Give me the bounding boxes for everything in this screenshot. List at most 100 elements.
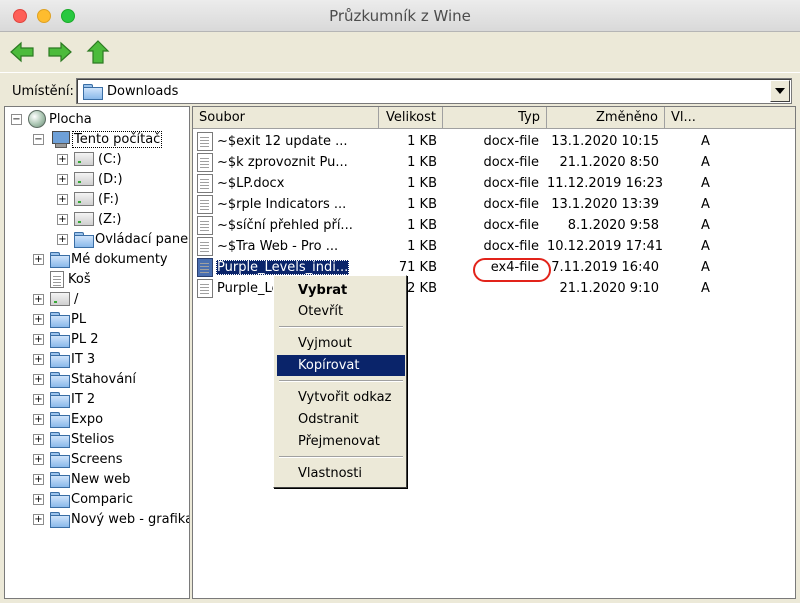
folder-icon [83,84,103,100]
expand-toggle[interactable]: + [33,253,44,265]
tree-item-drive-z[interactable]: + (Z:) [57,209,121,229]
folder-icon [50,492,70,508]
tree-item-this-computer[interactable]: − Tento počítač [33,129,163,149]
expand-toggle[interactable]: + [33,493,44,505]
tree-item-screens[interactable]: + Screens [33,449,122,469]
tree-item-it-2[interactable]: + IT 2 [33,389,95,409]
drive-icon [50,292,70,306]
chevron-down-icon [775,88,785,94]
document-icon [197,216,213,235]
expand-toggle[interactable]: + [33,333,44,345]
expand-toggle[interactable]: + [33,513,44,525]
tree-item-drive-c[interactable]: + (C:) [57,149,122,169]
title-bar: Průzkumník z Wine [0,0,800,32]
tree-item-new-web[interactable]: + New web [33,469,130,489]
desktop-globe-icon [28,110,46,128]
tree-item-recycle-bin[interactable]: Koš [50,269,91,289]
expand-toggle[interactable]: + [33,373,44,385]
tree-item-it-3[interactable]: + IT 3 [33,349,95,369]
menu-item-open[interactable]: Otevřít [277,301,405,322]
folder-icon [74,232,94,248]
table-row[interactable]: ~$k zprovoznit Pu... 1 KB docx-file 21.1… [193,153,795,174]
menu-item-properties[interactable]: Vlastnosti [277,463,405,484]
tree-item-drive-d[interactable]: + (D:) [57,169,123,189]
menu-separator [279,326,403,328]
expand-toggle[interactable]: + [33,473,44,485]
expand-toggle[interactable]: + [57,233,68,245]
location-value: Downloads [107,84,179,99]
menu-separator [279,456,403,458]
location-bar: Umístění: Downloads [0,72,800,106]
menu-separator [279,380,403,382]
table-row[interactable]: ~$Tra Web - Pro ... 1 KB docx-file 10.12… [193,237,795,258]
collapse-toggle[interactable]: − [11,113,22,125]
table-row[interactable]: ~$rple Indicators ... 1 KB docx-file 13.… [193,195,795,216]
tree-item-desktop[interactable]: − Plocha [11,109,92,129]
column-header-attributes[interactable]: Vl... [665,107,795,129]
table-row[interactable]: ~$síční přehled pří... 1 KB docx-file 8.… [193,216,795,237]
folder-icon [50,312,70,328]
location-dropdown-button[interactable] [770,80,790,102]
collapse-toggle[interactable]: − [33,133,44,145]
expand-toggle[interactable]: + [33,313,44,325]
location-combobox[interactable]: Downloads [76,78,792,104]
tree-item-expo[interactable]: + Expo [33,409,103,429]
expand-toggle[interactable]: + [33,453,44,465]
menu-item-select[interactable]: Vybrat [277,280,405,301]
folder-icon [50,472,70,488]
expand-toggle[interactable]: + [57,153,68,165]
document-icon [197,258,213,277]
table-row[interactable]: ~$exit 12 update ... 1 KB docx-file 13.1… [193,132,795,153]
expand-toggle[interactable]: + [33,393,44,405]
tree-item-pl-2[interactable]: + PL 2 [33,329,99,349]
drive-icon [74,192,94,206]
menu-item-create-link[interactable]: Vytvořit odkaz [277,387,405,408]
back-button[interactable] [8,38,36,66]
arrow-left-icon [10,41,34,63]
tree-item-my-documents[interactable]: + Mé dokumenty [33,249,168,269]
menu-item-cut[interactable]: Vyjmout [277,333,405,354]
forward-button[interactable] [46,38,74,66]
folder-icon [50,372,70,388]
folder-icon [50,412,70,428]
expand-toggle[interactable]: + [57,193,68,205]
folder-icon [50,512,70,528]
menu-item-copy[interactable]: Kopírovat [277,355,405,376]
menu-item-delete[interactable]: Odstranit [277,409,405,430]
expand-toggle[interactable]: + [33,413,44,425]
drive-icon [74,212,94,226]
tree-item-stelios[interactable]: + Stelios [33,429,114,449]
up-button[interactable] [84,38,112,66]
drive-icon [74,172,94,186]
arrow-right-icon [48,41,72,63]
tree-item-pl[interactable]: + PL [33,309,86,329]
expand-toggle[interactable]: + [57,213,68,225]
folder-icon [50,332,70,348]
table-row[interactable]: ~$LP.docx 1 KB docx-file 11.12.2019 16:2… [193,174,795,195]
column-header-name[interactable]: Soubor [193,107,379,129]
computer-icon [50,131,70,148]
expand-toggle[interactable]: + [57,173,68,185]
folder-icon [50,252,70,268]
document-icon [197,195,213,214]
expand-toggle[interactable]: + [33,433,44,445]
tree-item-novy-web-grafika[interactable]: + Nový web - grafika [33,509,189,529]
folder-tree[interactable]: − Plocha − Tento počítač + (C:) + (D:) +… [4,106,190,599]
expand-toggle[interactable]: + [33,293,44,305]
tree-item-drive-f[interactable]: + (F:) [57,189,119,209]
menu-item-rename[interactable]: Přejmenovat [277,431,405,452]
tree-item-stahovani[interactable]: + Stahování [33,369,136,389]
column-header-size[interactable]: Velikost [379,107,443,129]
tree-item-comparic[interactable]: + Comparic [33,489,133,509]
column-header-type[interactable]: Typ [443,107,547,129]
drive-icon [74,152,94,166]
location-label: Umístění: [12,84,74,99]
expand-toggle[interactable]: + [33,353,44,365]
document-icon [50,270,64,288]
window-title: Průzkumník z Wine [329,7,471,25]
tree-item-root[interactable]: + / [33,289,78,309]
document-icon [197,279,213,298]
column-header-modified[interactable]: Změněno [547,107,665,129]
tree-item-control-panel[interactable]: + Ovládací panel [57,229,189,249]
folder-icon [50,352,70,368]
